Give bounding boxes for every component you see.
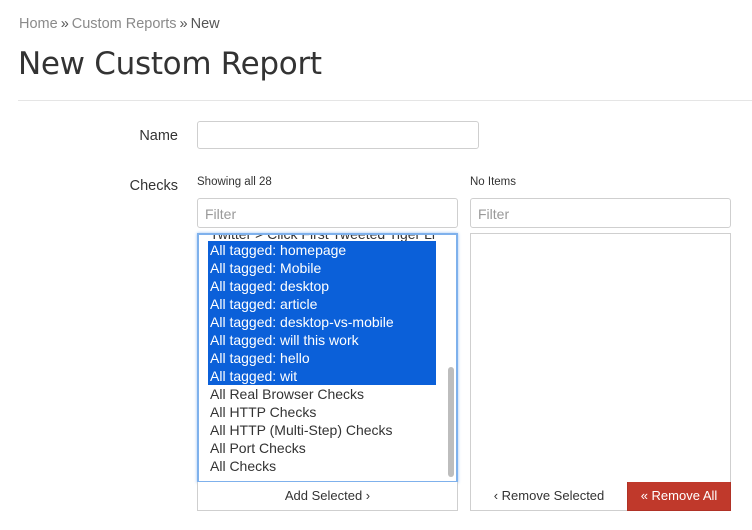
list-item[interactable]: All tagged: desktop (208, 277, 436, 295)
selected-count: No Items (470, 176, 517, 188)
available-checks-list[interactable]: Twitter > Click First Tweeted Tiger Li A… (197, 233, 458, 483)
list-item[interactable]: All tagged: wit (208, 367, 436, 385)
list-item[interactable]: All HTTP (Multi-Step) Checks (208, 421, 436, 439)
breadcrumb-custom-reports-link[interactable]: Custom Reports (72, 16, 177, 32)
breadcrumb-home-link[interactable]: Home (19, 16, 58, 32)
header-divider (18, 100, 752, 101)
list-item[interactable]: All tagged: desktop-vs-mobile (208, 313, 436, 331)
list-item[interactable]: All Port Checks (208, 439, 436, 457)
breadcrumb-separator: » (60, 16, 69, 32)
list-item[interactable]: All HTTP Checks (208, 403, 436, 421)
list-item[interactable]: All Checks (208, 457, 436, 475)
add-selected-button[interactable]: Add Selected › (197, 482, 458, 511)
selected-checks-list[interactable] (470, 233, 731, 483)
available-count: Showing all 28 (197, 176, 272, 188)
page-title: New Custom Report (18, 46, 322, 82)
breadcrumb-current: New (190, 16, 220, 32)
scrollbar-thumb[interactable] (448, 367, 454, 477)
name-label: Name (139, 128, 178, 144)
available-filter-input[interactable]: Filter (197, 198, 458, 228)
remove-all-button[interactable]: « Remove All (627, 482, 731, 511)
list-item[interactable]: All tagged: Mobile (208, 259, 436, 277)
breadcrumb: Home» Custom Reports» New (19, 16, 220, 32)
checks-label: Checks (129, 178, 178, 194)
name-input[interactable] (197, 121, 479, 149)
list-item[interactable]: All Real Browser Checks (208, 385, 436, 403)
remove-selected-button[interactable]: ‹ Remove Selected (470, 482, 628, 511)
breadcrumb-separator: » (179, 16, 188, 32)
list-item[interactable]: All tagged: will this work (208, 331, 436, 349)
list-item[interactable]: All tagged: homepage (208, 241, 436, 259)
list-item[interactable]: All tagged: hello (208, 349, 436, 367)
selected-filter-input[interactable]: Filter (470, 198, 731, 228)
list-item[interactable]: All tagged: article (208, 295, 436, 313)
